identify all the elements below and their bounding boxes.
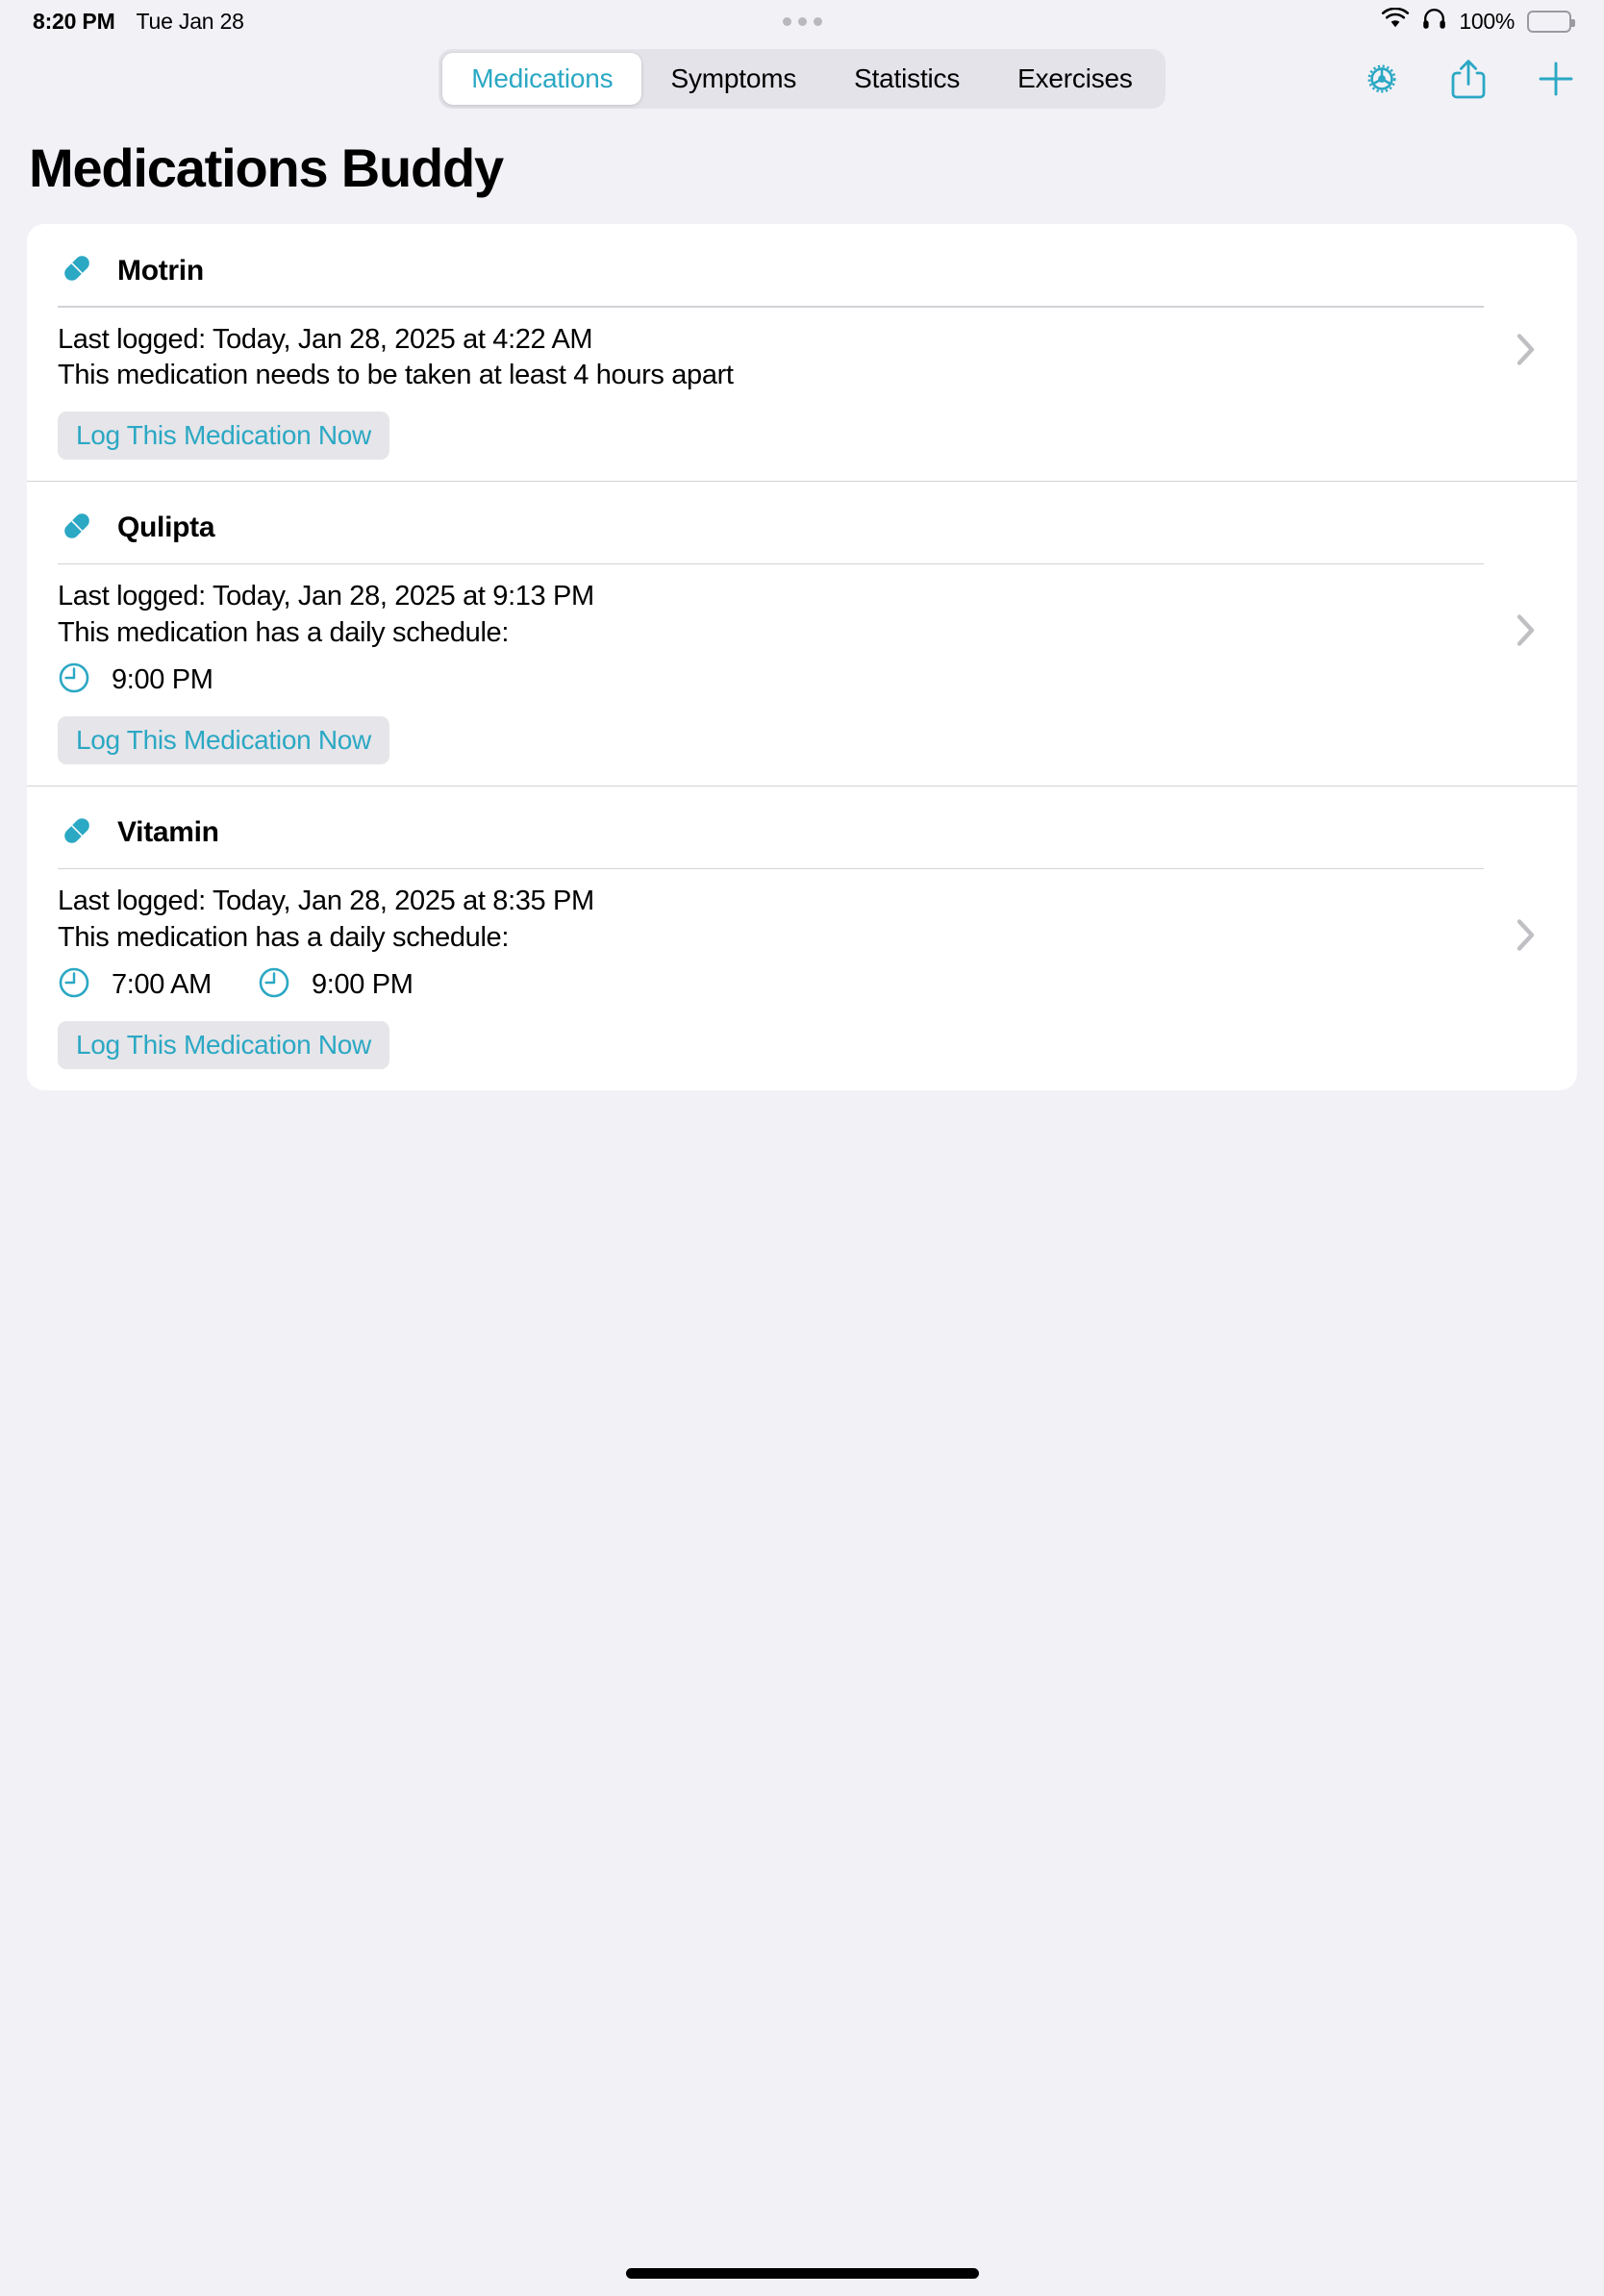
battery-full-icon (1527, 10, 1575, 33)
pill-icon (58, 811, 96, 855)
medication-name: Motrin (117, 254, 204, 287)
tab-medications[interactable]: Medications (442, 53, 642, 105)
chevron-right-icon[interactable] (1516, 333, 1537, 372)
log-medication-button[interactable]: Log This Medication Now (58, 411, 389, 460)
gear-icon[interactable] (1362, 59, 1402, 99)
medication-header: Vitamin (27, 785, 1577, 868)
medication-row-vitamin[interactable]: Vitamin Last logged: Today, Jan 28, 2025… (27, 785, 1577, 1090)
home-indicator[interactable] (0, 2268, 1604, 2279)
medications-card: Motrin Last logged: Today, Jan 28, 2025 … (27, 224, 1577, 1090)
log-medication-button[interactable]: Log This Medication Now (58, 1020, 389, 1069)
segmented-tab-control[interactable]: Medications Symptoms Statistics Exercise… (439, 49, 1165, 109)
wifi-icon (1381, 7, 1410, 35)
chevron-right-icon[interactable] (1516, 613, 1537, 653)
schedule-time: 9:00 PM (112, 663, 213, 695)
schedule-time-item: 7:00 AM (58, 966, 212, 1004)
schedule-time: 9:00 PM (311, 968, 414, 1000)
schedule-time: 7:00 AM (112, 968, 212, 1000)
battery-percent: 100% (1459, 8, 1515, 34)
schedule-time-item: 9:00 PM (258, 966, 414, 1004)
clock-icon (58, 661, 90, 699)
tab-statistics[interactable]: Statistics (825, 53, 989, 105)
pill-icon (58, 249, 96, 292)
medication-details: Last logged: Today, Jan 28, 2025 at 8:35… (27, 869, 1577, 1089)
medication-note: This medication has a daily schedule: (58, 921, 510, 953)
clock-icon (258, 966, 290, 1004)
medication-row-motrin[interactable]: Motrin Last logged: Today, Jan 28, 2025 … (27, 224, 1577, 481)
plus-icon[interactable] (1535, 58, 1577, 100)
medication-note: This medication has a daily schedule: (58, 616, 510, 648)
medication-name: Qulipta (117, 512, 215, 544)
medication-name: Vitamin (117, 816, 219, 849)
chevron-right-icon[interactable] (1516, 918, 1537, 958)
status-bar: 8:20 PM Tue Jan 28 100% (0, 0, 1604, 42)
log-medication-button[interactable]: Log This Medication Now (58, 715, 389, 764)
page-title: Medications Buddy (29, 137, 504, 198)
last-logged-text: Last logged: Today, Jan 28, 2025 at 4:22… (58, 323, 593, 355)
status-bar-right: 100% (1381, 7, 1575, 36)
medication-note: This medication needs to be taken at lea… (58, 359, 734, 390)
last-logged-text: Last logged: Today, Jan 28, 2025 at 9:13… (58, 581, 594, 612)
tab-symptoms[interactable]: Symptoms (641, 53, 825, 105)
schedule-time-item: 9:00 PM (58, 661, 213, 699)
schedule-times: 9:00 PM (58, 661, 1577, 699)
status-bar-time: 8:20 PM (33, 8, 115, 34)
pill-icon (58, 507, 96, 550)
medication-header: Motrin (27, 224, 1577, 306)
last-logged-text: Last logged: Today, Jan 28, 2025 at 8:35… (58, 886, 594, 917)
share-icon[interactable] (1449, 57, 1488, 101)
clock-icon (58, 966, 90, 1004)
medication-header: Qulipta (27, 480, 1577, 563)
medication-details: Last logged: Today, Jan 28, 2025 at 4:22… (27, 308, 1577, 481)
medication-row-qulipta[interactable]: Qulipta Last logged: Today, Jan 28, 2025… (27, 480, 1577, 786)
top-toolbar: Medications Symptoms Statistics Exercise… (0, 42, 1604, 115)
status-bar-left: 8:20 PM Tue Jan 28 (33, 9, 244, 35)
tab-exercises[interactable]: Exercises (989, 53, 1162, 105)
status-bar-date: Tue Jan 28 (136, 8, 244, 34)
medication-details: Last logged: Today, Jan 28, 2025 at 9:13… (27, 564, 1577, 785)
headphones-icon (1422, 7, 1446, 36)
schedule-times: 7:00 AM 9:00 PM (58, 966, 1577, 1004)
toolbar-actions (1362, 42, 1577, 115)
